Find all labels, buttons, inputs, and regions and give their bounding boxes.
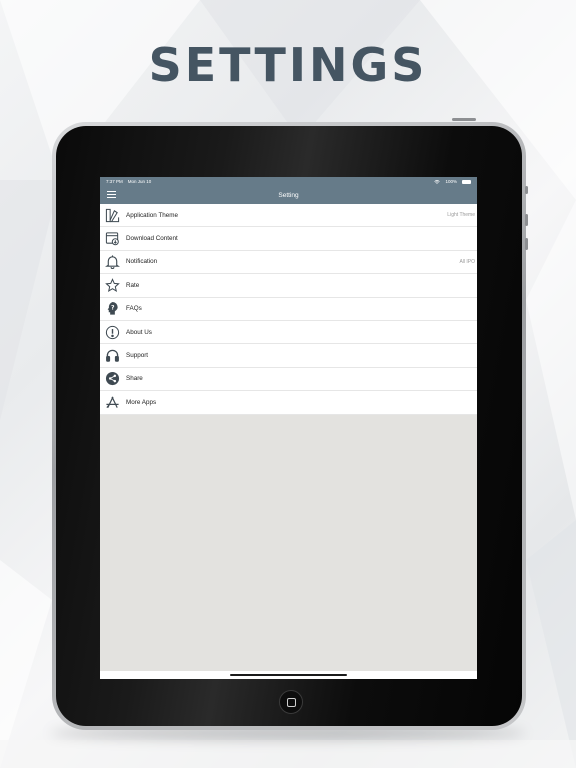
nav-title: Setting	[278, 191, 299, 199]
battery-icon	[462, 179, 471, 184]
wifi-icon	[434, 179, 441, 184]
menu-item-download-content[interactable]: Download Content	[100, 227, 477, 251]
menu-item-rate[interactable]: Rate	[100, 274, 477, 298]
status-bar: 7:37 PM Mon Jun 10 100%	[100, 177, 477, 186]
info-icon	[105, 325, 119, 339]
faq-icon: ?	[107, 302, 118, 315]
hamburger-menu-icon[interactable]	[107, 191, 116, 198]
battery-percent: 100%	[445, 179, 457, 184]
download-icon	[105, 232, 119, 246]
volume-up-button[interactable]	[525, 186, 528, 194]
menu-item-about-us[interactable]: About Us	[100, 321, 477, 345]
volume-mid-button[interactable]	[525, 214, 528, 226]
menu-item-label: Notification	[126, 258, 158, 266]
status-date: Mon Jun 10	[127, 179, 152, 184]
menu-item-label: Share	[126, 375, 143, 383]
power-button[interactable]	[452, 118, 476, 121]
menu-item-share[interactable]: Share	[100, 368, 477, 392]
volume-down-button[interactable]	[525, 238, 528, 250]
app-screen: 7:37 PM Mon Jun 10 100% Setting Applicat…	[100, 177, 477, 679]
menu-item-label: Rate	[126, 281, 140, 289]
share-icon	[105, 372, 119, 386]
menu-item-more-apps[interactable]: More Apps	[100, 391, 477, 415]
menu-item-label: Application Theme	[126, 211, 179, 219]
svg-text:?: ?	[111, 305, 115, 312]
menu-item-label: About Us	[126, 328, 152, 336]
settings-list: Application Theme Light Theme Download C…	[100, 204, 477, 415]
menu-item-label: Download Content	[126, 235, 178, 243]
menu-item-value: All IPO	[459, 258, 475, 265]
menu-item-label: Support	[126, 352, 149, 360]
menu-item-label: More Apps	[126, 398, 157, 406]
app-store-icon	[105, 396, 119, 408]
menu-item-notification[interactable]: Notification All IPO	[100, 251, 477, 275]
home-indicator[interactable]	[230, 674, 347, 676]
menu-item-value: Light Theme	[447, 212, 475, 219]
nav-bar: Setting	[100, 186, 477, 204]
theme-palette-icon	[105, 208, 119, 222]
star-icon	[104, 278, 120, 292]
home-button-square-icon	[286, 697, 296, 707]
menu-item-application-theme[interactable]: Application Theme Light Theme	[100, 204, 477, 228]
menu-item-label: FAQs	[126, 305, 142, 313]
page-headline: SETTINGS	[148, 38, 428, 92]
bell-icon	[104, 255, 120, 270]
headphones-icon	[105, 349, 119, 362]
home-button[interactable]	[279, 690, 303, 714]
menu-item-support[interactable]: Support	[100, 344, 477, 368]
menu-item-faqs[interactable]: ? FAQs	[100, 298, 477, 321]
status-time: 7:37 PM	[106, 179, 123, 184]
